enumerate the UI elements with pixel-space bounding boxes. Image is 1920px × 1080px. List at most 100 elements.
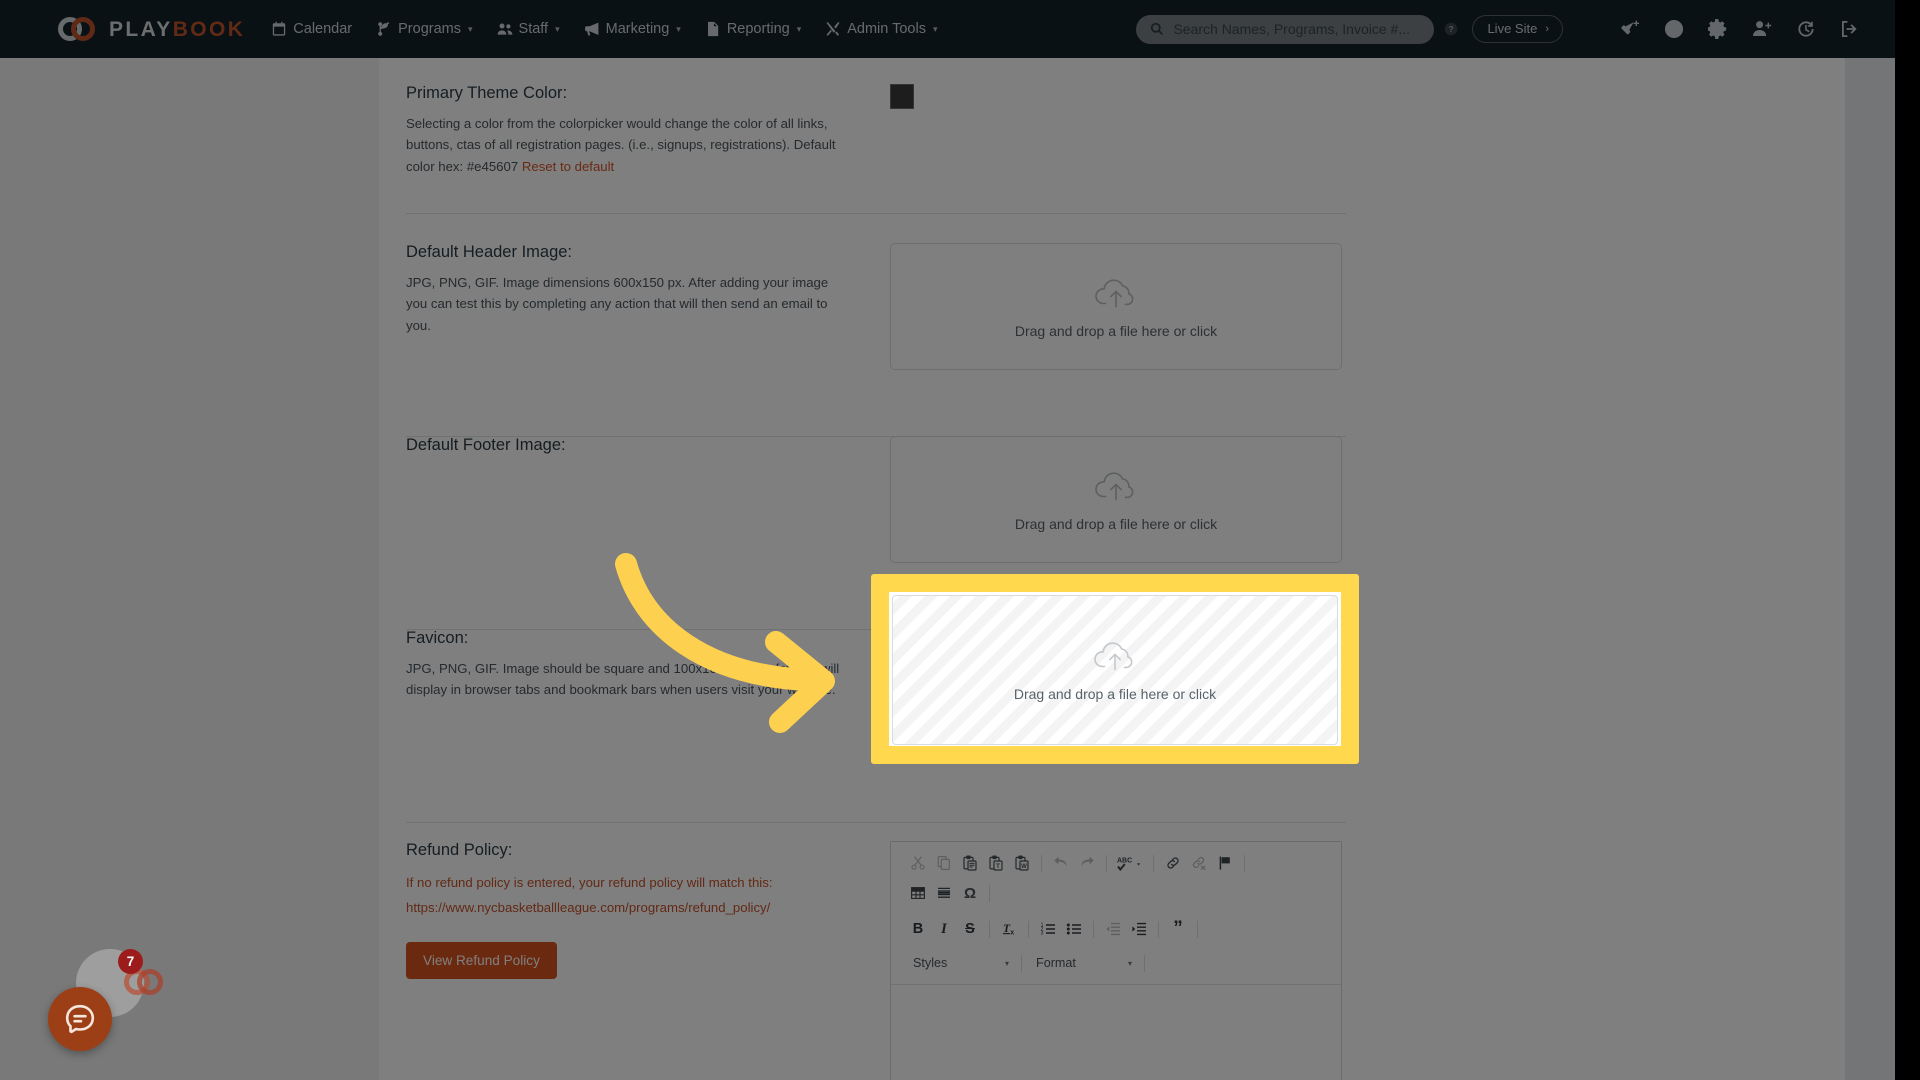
default-footer-image-dropzone-col: Drag and drop a file here or click [890,436,1342,563]
gear-icon[interactable] [1703,14,1733,44]
editor-text-area[interactable] [891,985,1341,1080]
cloud-upload-icon [1092,638,1138,674]
nav-item-reporting[interactable]: Reporting ▾ [705,21,801,37]
copy-icon[interactable] [931,851,957,875]
nav-item-programs[interactable]: Programs ▾ [376,21,473,37]
live-site-button[interactable]: Live Site › [1472,15,1563,43]
refund-policy-editor-col: T W ABC Ω B I S T x 1 2 3 ” Styles ▾ For… [890,841,1342,1080]
link-icon[interactable] [1160,851,1186,875]
document-icon [705,21,721,37]
page-body: Primary Theme Color: Selecting a color f… [0,58,1895,1080]
search-help-icon[interactable]: ? [1444,22,1458,36]
redo-icon[interactable] [1074,851,1100,875]
paste-as-text-icon[interactable]: T [983,851,1009,875]
strikethrough-icon[interactable]: S [957,917,983,941]
toolbar-separator [989,920,990,938]
refund-policy-note: If no refund policy is entered, your ref… [406,874,773,890]
refund-policy-url-wrap: https://www.nycbasketballleague.com/prog… [406,895,870,920]
default-footer-image-dropzone-text: Drag and drop a file here or click [1014,515,1218,532]
table-icon[interactable] [905,881,931,905]
brand-book-text: BOOK [172,17,246,41]
chevron-down-icon: ▾ [676,23,681,34]
top-navbar: PLAYBOOK Calendar Programs ▾ Staff ▾ Mar… [0,0,1895,58]
default-header-image-dropzone[interactable]: Drag and drop a file here or click [890,243,1342,370]
remove-format-icon[interactable]: Tx [996,917,1022,941]
cut-icon[interactable] [905,851,931,875]
megaphone-icon [584,21,600,37]
reset-to-default-link[interactable]: Reset to default [522,159,614,174]
italic-icon[interactable]: I [931,917,957,941]
cloud-upload-icon [1093,275,1139,311]
chevron-down-icon: ▾ [1004,958,1009,968]
help-circle-icon[interactable]: ? [1659,14,1689,44]
chat-unread-badge[interactable]: 7 [118,949,143,974]
increase-indent-icon[interactable] [1126,917,1152,941]
primary-theme-color-help: Selecting a color from the colorpicker w… [406,113,851,177]
playbook-logo[interactable]: PLAYBOOK [58,14,245,44]
screen: Primary Theme Color: Selecting a color f… [0,0,1920,1080]
logout-icon[interactable] [1835,14,1865,44]
add-user-icon[interactable] [1747,14,1777,44]
toolbar-separator [1153,854,1154,872]
numbered-list-icon[interactable]: 123 [1035,917,1061,941]
global-search[interactable] [1136,14,1435,44]
section-refund-policy: Refund Policy: If no refund policy is en… [406,841,1818,1080]
color-swatch-button[interactable] [890,84,914,109]
bulleted-list-icon[interactable] [1061,917,1087,941]
nav-item-marketing[interactable]: Marketing ▾ [584,21,681,37]
format-dropdown[interactable]: Format ▾ [1028,951,1138,975]
toolbar-separator [1158,920,1159,938]
nav-item-staff-label: Staff [518,21,549,37]
toolbar-separator [1093,920,1094,938]
nav-item-staff[interactable]: Staff ▾ [497,21,560,37]
refund-policy-info: Refund Policy: If no refund policy is en… [406,841,890,1080]
tools-icon [825,21,841,37]
chevron-down-icon: ▾ [932,23,938,34]
paste-icon[interactable] [957,851,983,875]
chat-launcher[interactable]: 7 [40,943,163,1053]
italic-glyph: I [941,920,947,937]
paste-from-word-icon[interactable]: W [1009,851,1035,875]
undo-icon[interactable] [1048,851,1074,875]
section-primary-theme-color: Primary Theme Color: Selecting a color f… [406,84,1818,177]
special-character-icon[interactable]: Ω [957,881,983,905]
bold-icon[interactable]: B [905,917,931,941]
toolbar-separator [989,884,990,902]
announcement-add-icon[interactable] [1615,14,1645,44]
toolbar-separator [1021,954,1022,972]
editor-toolbar-row-4: Styles ▾ Format ▾ [895,944,1337,982]
unlink-icon[interactable] [1186,851,1212,875]
refund-policy-rich-text-editor: T W ABC Ω B I S T x 1 2 3 ” Styles ▾ For… [890,841,1342,1080]
decrease-indent-icon[interactable] [1100,917,1126,941]
favicon-dropzone-text: Drag and drop a file here or click [1013,686,1217,702]
svg-text:3: 3 [1041,931,1044,937]
editor-toolbar-row-1: T W ABC [895,848,1337,878]
toolbar-separator [1144,954,1145,972]
nav-item-admin-tools[interactable]: Admin Tools ▾ [825,21,937,37]
primary-theme-color-help-text: Selecting a color from the colorpicker w… [406,115,836,174]
styles-dropdown[interactable]: Styles ▾ [905,951,1015,975]
spellcheck-icon[interactable]: ABC [1113,851,1147,875]
refund-policy-url-link[interactable]: https://www.nycbasketballleague.com/prog… [406,895,870,920]
editor-toolbar: T W ABC Ω B I S T x 1 2 3 ” Styles ▾ For… [891,842,1341,985]
blockquote-glyph: ” [1173,918,1183,940]
omega-glyph: Ω [963,884,977,902]
history-icon[interactable] [1791,14,1821,44]
primary-theme-color-label: Primary Theme Color: [406,84,568,102]
nav-item-calendar[interactable]: Calendar [271,21,352,37]
blockquote-icon[interactable]: ” [1165,917,1191,941]
browser-viewport: Primary Theme Color: Selecting a color f… [0,0,1895,1080]
brand-play-text: PLAY [109,17,173,41]
anchor-flag-icon[interactable] [1212,851,1238,875]
default-footer-image-dropzone[interactable]: Drag and drop a file here or click [890,436,1342,563]
search-input[interactable] [1173,21,1424,37]
chevron-down-icon: ▾ [468,23,473,34]
default-header-image-info: Default Header Image: JPG, PNG, GIF. Ima… [406,243,890,370]
chevron-down-icon: ▾ [796,23,802,34]
horizontal-rule-icon[interactable] [931,881,957,905]
favicon-dropzone[interactable]: Drag and drop a file here or click [892,595,1338,745]
view-refund-policy-button[interactable]: View Refund Policy [406,941,557,979]
playbook-wordmark: PLAYBOOK [109,19,245,40]
chat-bubble-icon[interactable] [48,987,112,1051]
chevron-right-icon: › [1545,22,1549,35]
